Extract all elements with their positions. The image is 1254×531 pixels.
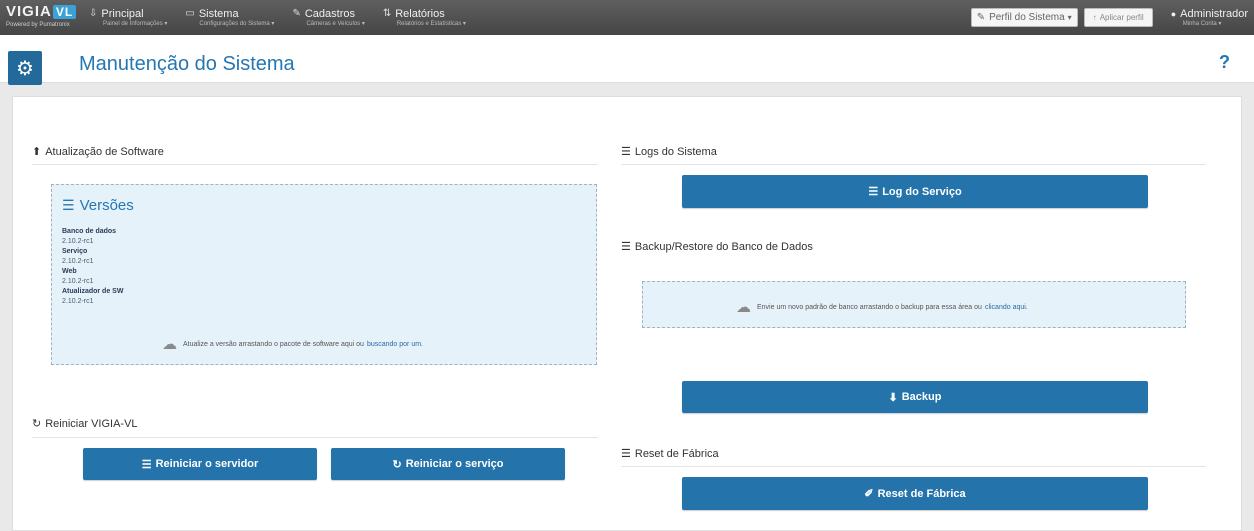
logs-heading: ☰ Logs do Sistema <box>621 145 717 159</box>
backup-drop-text: Envie um novo padrão de banco arrastando… <box>757 303 982 311</box>
user-menu-sublabel: Minha Conta ▾ <box>1182 21 1222 27</box>
download-icon: ⬇ <box>888 391 898 404</box>
help-icon[interactable]: ? <box>1219 52 1230 73</box>
reports-icon: ⇅ <box>382 7 392 19</box>
divider <box>32 164 598 165</box>
nav-cadastros[interactable]: ✎ Cadastros Câmeras e Veículos ▾ <box>283 0 373 35</box>
arrow-up-icon: ↑ <box>1092 13 1097 22</box>
backup-click-link[interactable]: clicando aqui. <box>985 304 1028 311</box>
maintenance-panel: ⬆ Atualização de Software ☰ Versões Banc… <box>12 96 1242 531</box>
backup-label: Backup <box>901 391 942 403</box>
version-value: 2.10.2-rc1 <box>62 258 94 265</box>
factory-reset-label: Reset de Fábrica <box>877 487 966 500</box>
nav-relatorios[interactable]: ⇅ Relatórios Relatórios e Estatísticas ▾ <box>374 0 475 35</box>
main-nav: ⇩ Principal Painel de Informações ▾ ▭ Sist… <box>80 0 475 35</box>
restart-server-label: Reiniciar o servidor <box>155 458 259 470</box>
factory-reset-title: Reset de Fábrica <box>634 447 719 460</box>
user-icon: ● <box>1170 9 1177 19</box>
software-browse-link[interactable]: buscando por um. <box>367 341 423 348</box>
edit-icon: ✎ <box>292 7 301 19</box>
nav-sublabel: Relatórios e Estatísticas ▾ <box>396 20 466 27</box>
restart-service-label: Reiniciar o serviço <box>405 458 504 470</box>
restart-service-button[interactable]: ↻ Reiniciar o serviço <box>331 448 565 480</box>
backup-title: Backup/Restore do Banco de Dados <box>634 240 813 253</box>
logo-subtitle: Powered by Pumatronix <box>6 22 70 28</box>
profile-select[interactable]: ✎ Perfil do Sistema ▾ <box>970 8 1078 27</box>
nav-label: Sistema <box>198 7 239 20</box>
service-log-button[interactable]: ☰ Log do Serviço <box>682 175 1148 208</box>
version-label: Serviço <box>62 248 88 255</box>
nav-label: Cadastros <box>304 7 355 20</box>
service-log-label: Log do Serviço <box>882 185 962 198</box>
nav-sublabel: Configurações do Sistema ▾ <box>199 20 275 27</box>
top-navbar: VIGIA VL Powered by Pumatronix ⇩ Principal… <box>0 0 1254 35</box>
nav-sistema[interactable]: ▭ Sistema Configurações do Sistema ▾ <box>176 0 283 35</box>
refresh-icon: ↻ <box>32 418 42 430</box>
list-icon: ☰ <box>62 197 75 213</box>
software-update-heading: ⬆ Atualização de Software <box>32 145 164 159</box>
restart-server-button[interactable]: ☰ Reiniciar o servidor <box>83 448 317 480</box>
software-update-title: Atualização de Software <box>45 145 164 158</box>
apply-profile-label: Aplicar perfil <box>1099 13 1144 22</box>
software-dropzone[interactable]: ☰ Versões Banco de dados 2.10.2-rc1 Serv… <box>51 184 597 365</box>
version-label: Web <box>62 268 77 275</box>
factory-reset-button[interactable]: ✐ Reset de Fábrica <box>682 477 1148 510</box>
software-drop-text: Atualize a versão arrastando o pacote de… <box>183 340 364 348</box>
backup-button[interactable]: ⬇ Backup <box>682 381 1148 413</box>
restart-title: Reiniciar VIGIA-VL <box>45 417 138 430</box>
user-menu[interactable]: ● Administrador Minha Conta ▾ <box>1171 8 1254 27</box>
logo-badge: VL <box>52 5 77 19</box>
refresh-icon: ↻ <box>392 458 402 471</box>
nav-label: Principal <box>101 7 144 20</box>
divider <box>32 437 598 438</box>
nav-sublabel: Câmeras e Veículos ▾ <box>306 20 365 27</box>
database-icon: ☰ <box>621 448 631 460</box>
backup-dropzone[interactable]: ☁ Envie um novo padrão de banco arrastan… <box>642 281 1186 328</box>
version-label: Atualizador de SW <box>62 288 124 295</box>
upload-icon: ⬆ <box>32 146 42 158</box>
logo-text: VIGIA <box>6 3 52 20</box>
profile-select-value: Perfil do Sistema <box>989 12 1065 23</box>
nav-principal[interactable]: ⇩ Principal Painel de Informações ▾ <box>80 0 176 35</box>
nav-label: Relatórios <box>395 7 445 20</box>
gears-icon: ⚙ <box>8 51 42 85</box>
versions-title-text: Versões <box>79 197 134 214</box>
factory-reset-heading: ☰ Reset de Fábrica <box>621 447 719 461</box>
divider <box>621 466 1206 467</box>
chevron-down-icon: ▾ <box>1067 13 1072 22</box>
logs-title: Logs do Sistema <box>634 145 717 158</box>
backup-drop-message: ☁ Envie um novo padrão de banco arrastan… <box>736 298 1028 316</box>
version-value: 2.10.2-rc1 <box>62 238 94 245</box>
dashboard-icon: ⇩ <box>89 7 98 19</box>
monitor-icon: ▭ <box>185 7 195 19</box>
backup-heading: ☰ Backup/Restore do Banco de Dados <box>621 240 813 254</box>
divider <box>621 164 1206 165</box>
versions-title: ☰ Versões <box>62 197 134 214</box>
list-icon: ☰ <box>868 186 879 198</box>
version-value: 2.10.2-rc1 <box>62 278 94 285</box>
nav-right: ✎ Perfil do Sistema ▾ ↑ Aplicar perfil ●… <box>970 0 1254 35</box>
page-title: Manutenção do Sistema <box>79 53 295 75</box>
versions-list: Banco de dados 2.10.2-rc1 Serviço 2.10.2… <box>62 227 123 307</box>
cloud-upload-icon: ☁ <box>162 336 177 353</box>
vigia-logo[interactable]: VIGIA VL Powered by Pumatronix <box>0 0 80 35</box>
version-value: 2.10.2-rc1 <box>62 298 94 305</box>
list-icon: ☰ <box>621 146 631 158</box>
version-label: Banco de dados <box>62 228 117 235</box>
wrench-icon: ✎ <box>976 12 986 23</box>
user-name: Administrador <box>1180 8 1248 20</box>
cloud-upload-icon: ☁ <box>736 299 751 316</box>
restart-heading: ↻ Reiniciar VIGIA-VL <box>32 417 138 431</box>
nav-sublabel: Painel de Informações ▾ <box>103 20 168 27</box>
software-drop-message: ☁ Atualize a versão arrastando o pacote … <box>162 335 423 353</box>
database-icon: ☰ <box>621 241 631 253</box>
eraser-icon: ✐ <box>864 488 874 500</box>
apply-profile-button[interactable]: ↑ Aplicar perfil <box>1083 8 1153 27</box>
server-icon: ☰ <box>141 458 152 471</box>
